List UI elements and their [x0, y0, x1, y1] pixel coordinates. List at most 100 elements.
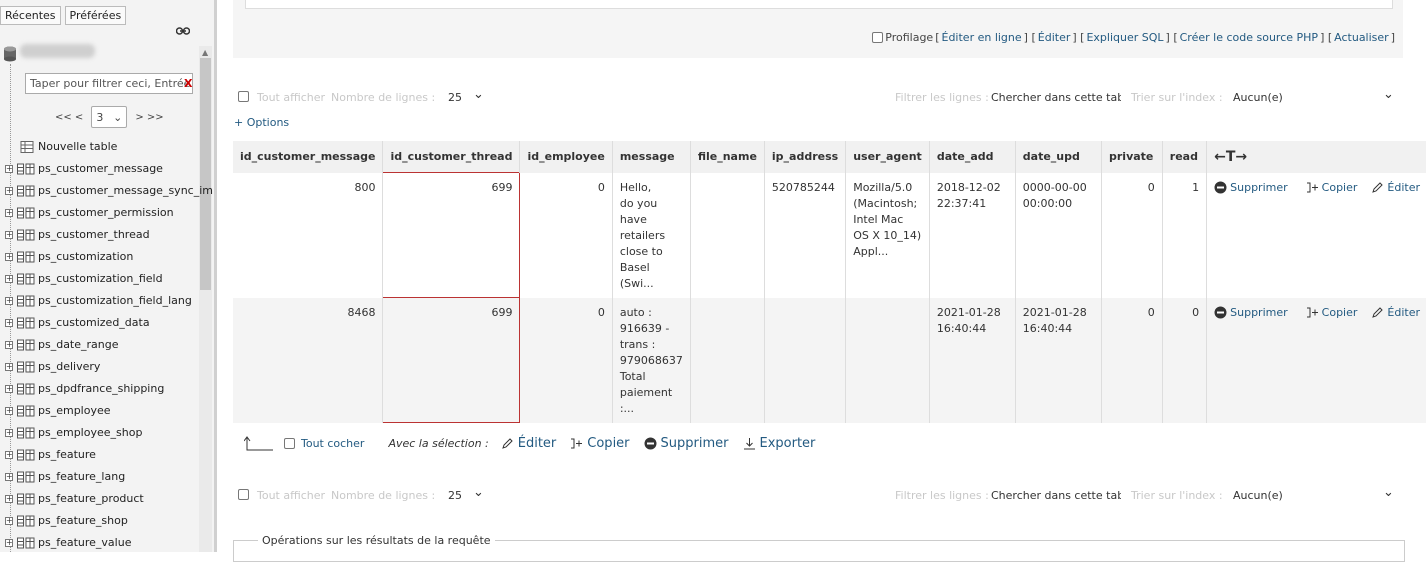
table-structure-icon[interactable] [17, 317, 35, 329]
cell-ip-address[interactable] [764, 297, 847, 423]
expand-icon[interactable]: + [5, 209, 13, 217]
clear-filter-icon[interactable]: X [184, 77, 192, 90]
expand-icon[interactable]: + [5, 429, 13, 437]
sidebar-table-item[interactable]: + ps_feature_value [0, 532, 200, 552]
sidebar-table-item[interactable]: + ps_employee_shop [0, 422, 200, 444]
cell-id-employee[interactable]: 0 [519, 172, 613, 298]
filter-rows-input[interactable]: Chercher dans cette table [991, 489, 1121, 502]
cell-private[interactable]: 0 [1101, 297, 1163, 423]
table-structure-icon[interactable] [17, 537, 35, 549]
chevron-down-icon[interactable]: ⌄ [1383, 87, 1394, 102]
cell-date-add[interactable]: 2018-12-02 22:37:41 [929, 172, 1016, 298]
edit-inline-link[interactable]: Éditer en ligne [942, 31, 1022, 44]
table-structure-icon[interactable] [17, 471, 35, 483]
new-table-item[interactable]: Nouvelle table [0, 136, 200, 158]
sort-index-select[interactable]: Aucun(e) [1233, 91, 1283, 104]
sidebar-table-item[interactable]: + ps_feature [0, 444, 200, 466]
expand-icon[interactable]: + [5, 253, 13, 261]
bulk-delete-button[interactable]: Supprimer [644, 436, 729, 451]
cell-id-customer-thread[interactable]: 699 [382, 297, 521, 423]
table-structure-icon[interactable] [17, 163, 35, 175]
sidebar-table-item[interactable]: + ps_customization [0, 246, 200, 268]
sidebar-table-item[interactable]: + ps_dpdfrance_shipping [0, 378, 200, 400]
cell-read[interactable]: 0 [1162, 297, 1208, 423]
page-select[interactable]: 3 ⌄ [91, 106, 128, 128]
cell-file-name[interactable] [690, 172, 765, 298]
expand-icon[interactable]: + [5, 319, 13, 327]
check-all-label[interactable]: Tout cocher [301, 437, 364, 450]
table-structure-icon[interactable] [17, 449, 35, 461]
sidebar-table-item[interactable]: + ps_feature_lang [0, 466, 200, 488]
bulk-edit-button[interactable]: Éditer [501, 436, 556, 451]
sidebar-table-item[interactable]: + ps_date_range [0, 334, 200, 356]
sidebar-scrollbar[interactable]: ▲ [199, 46, 212, 552]
expand-icon[interactable]: + [5, 341, 13, 349]
expand-icon[interactable]: + [5, 517, 13, 525]
expand-icon[interactable]: + [5, 165, 13, 173]
sidebar-table-item[interactable]: + ps_customer_permission [0, 202, 200, 224]
cell-private[interactable]: 0 [1101, 172, 1163, 298]
sidebar-table-item[interactable]: + ps_feature_shop [0, 510, 200, 532]
sidebar-table-item[interactable]: + ps_customization_field_lang [0, 290, 200, 312]
col-id-employee[interactable]: id_employee [519, 141, 613, 173]
cell-date-add[interactable]: 2021-01-28 16:40:44 [929, 297, 1016, 423]
sidebar-table-item[interactable]: + ps_customized_data [0, 312, 200, 334]
expand-icon[interactable]: + [5, 385, 13, 393]
edit-row-button[interactable]: Éditer [1371, 180, 1420, 196]
explain-sql-link[interactable]: Expliquer SQL [1086, 31, 1163, 44]
sidebar-table-item[interactable]: + ps_employee [0, 400, 200, 422]
table-structure-icon[interactable] [17, 229, 35, 241]
expand-icon[interactable]: + [5, 451, 13, 459]
table-structure-icon[interactable] [17, 295, 35, 307]
check-all-checkbox[interactable] [284, 437, 295, 449]
table-structure-icon[interactable] [17, 207, 35, 219]
link-icon[interactable] [176, 27, 190, 35]
rows-select[interactable]: 25 [448, 489, 462, 502]
table-structure-icon[interactable] [17, 383, 35, 395]
cell-id-employee[interactable]: 0 [519, 297, 613, 423]
cell-id-customer-message[interactable]: 8468 [233, 297, 384, 423]
col-user-agent[interactable]: user_agent [845, 141, 930, 173]
table-structure-icon[interactable] [17, 427, 35, 439]
rows-select[interactable]: 25 [448, 91, 462, 104]
refresh-link[interactable]: Actualiser [1334, 31, 1389, 44]
expand-icon[interactable]: + [5, 231, 13, 239]
create-php-link[interactable]: Créer le code source PHP [1180, 31, 1318, 44]
bulk-copy-button[interactable]: Copier [570, 436, 630, 451]
sort-index-select[interactable]: Aucun(e) [1233, 489, 1283, 502]
profiling-checkbox[interactable] [872, 32, 884, 43]
col-read[interactable]: read [1162, 141, 1208, 173]
col-private[interactable]: private [1101, 141, 1163, 173]
edit-row-button[interactable]: Éditer [1371, 305, 1420, 321]
expand-icon[interactable]: + [5, 363, 13, 371]
sidebar-table-item[interactable]: + ps_customer_message [0, 158, 200, 180]
table-structure-icon[interactable] [17, 515, 35, 527]
next-page-link[interactable]: > >> [135, 112, 163, 123]
col-date-upd[interactable]: date_upd [1015, 141, 1103, 173]
expand-icon[interactable]: + [5, 275, 13, 283]
sidebar-table-item[interactable]: + ps_customization_field [0, 268, 200, 290]
col-file-name[interactable]: file_name [690, 141, 765, 173]
table-filter-input[interactable]: Taper pour filtrer ceci, Entrée pour [25, 73, 193, 94]
cell-id-customer-message[interactable]: 800 [233, 172, 384, 298]
table-structure-icon[interactable] [17, 405, 35, 417]
edit-link[interactable]: Éditer [1038, 31, 1071, 44]
expand-icon[interactable]: + [5, 297, 13, 305]
cell-ip-address[interactable]: 520785244 [764, 172, 847, 298]
chevron-down-icon[interactable]: ⌄ [473, 485, 484, 500]
copy-row-button[interactable]: Copier [1306, 305, 1357, 321]
cell-date-upd[interactable]: 0000-00-00 00:00:00 [1015, 172, 1103, 298]
database-name-blurred[interactable] [20, 44, 95, 58]
table-structure-icon[interactable] [17, 185, 35, 197]
cell-file-name[interactable] [690, 297, 765, 423]
delete-row-button[interactable]: Supprimer [1214, 180, 1288, 196]
cell-read[interactable]: 1 [1162, 172, 1208, 298]
tab-recent[interactable]: Récentes [0, 6, 61, 25]
cell-id-customer-thread[interactable]: 699 [382, 172, 521, 298]
table-structure-icon[interactable] [17, 493, 35, 505]
table-structure-icon[interactable] [17, 361, 35, 373]
scroll-up-icon[interactable]: ▲ [202, 48, 208, 57]
col-id-customer-message[interactable]: id_customer_message [233, 141, 384, 173]
col-ip-address[interactable]: ip_address [764, 141, 847, 173]
show-all-checkbox[interactable] [238, 90, 249, 102]
